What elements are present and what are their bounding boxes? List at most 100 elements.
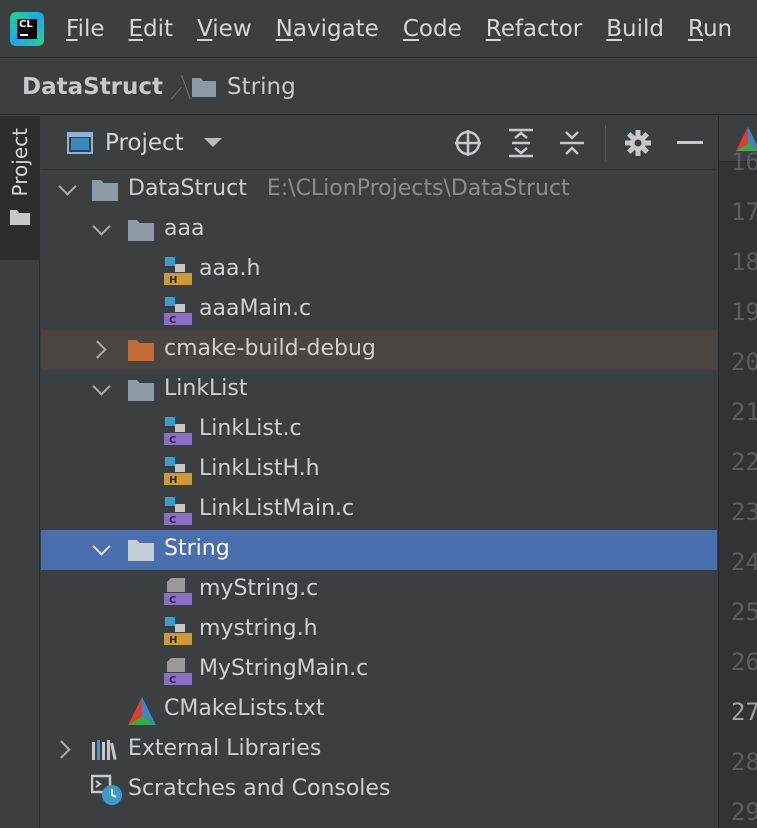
folder-icon [92, 180, 118, 201]
menu-file[interactable]: File [66, 16, 105, 42]
chevron-down-icon[interactable] [203, 138, 222, 147]
gear-icon [625, 130, 651, 156]
line-number: 22 [731, 448, 757, 476]
settings-button[interactable] [623, 128, 653, 158]
library-icon [92, 740, 117, 761]
breadcrumb-leaf[interactable]: String [227, 74, 296, 100]
menu-navigate[interactable]: Navigate [276, 16, 379, 42]
header-file-icon: H [164, 617, 192, 646]
tree-label: mystring.h [199, 616, 318, 641]
logo-text: CL [19, 18, 33, 30]
project-panel: Project DataStruct E:\CLionProjects\DataS… [41, 116, 717, 828]
tree-row-mystring-c[interactable]: C myString.c [41, 570, 717, 610]
chevron-down-icon[interactable] [95, 223, 109, 237]
tree-row-datastruct[interactable]: DataStruct E:\CLionProjects\DataStruct [41, 170, 717, 210]
tree-label-text: DataStruct [128, 176, 247, 201]
menu-run[interactable]: Run [688, 16, 732, 42]
tree-row-cmake-build-debug[interactable]: cmake-build-debug [41, 330, 717, 370]
chevron-down-icon[interactable] [61, 183, 75, 197]
line-number: 19 [731, 298, 757, 326]
svg-text:C: C [169, 315, 176, 326]
excluded-folder-icon [128, 340, 154, 361]
project-tool-window-button[interactable]: Project [0, 116, 40, 260]
line-number: 18 [731, 248, 757, 276]
clion-logo-icon[interactable]: CL [10, 11, 44, 46]
menu-mnemonic: V [197, 15, 213, 42]
menu-mnemonic: R [687, 15, 703, 42]
collapse-all-button[interactable] [557, 128, 587, 158]
line-number: 25 [731, 598, 757, 626]
chevron-down-icon[interactable] [95, 543, 109, 557]
breadcrumb-root[interactable]: DataStruct [22, 74, 163, 100]
menu-label: un [702, 15, 733, 42]
menu-edit[interactable]: Edit [129, 16, 174, 42]
c-file-icon: C [164, 658, 192, 686]
tree-label: aaa [164, 216, 205, 241]
project-view-icon [67, 131, 93, 154]
tree-label: LinkListMain.c [199, 496, 355, 521]
c-file-icon: C [164, 297, 192, 326]
menu-refactor[interactable]: Refactor [486, 16, 583, 42]
folder-icon [128, 540, 154, 561]
chevron-right-icon[interactable] [93, 343, 107, 357]
tree-row-cmakelists[interactable]: CMakeLists.txt [41, 690, 717, 730]
tree-row-aaa-h[interactable]: H aaa.h [41, 250, 717, 290]
tree-label: LinkListH.h [199, 456, 320, 481]
tree-row-linklist-c[interactable]: C LinkList.c [41, 410, 717, 450]
menu-build[interactable]: Build [606, 16, 664, 42]
header-file-icon: H [164, 257, 192, 286]
tree-row-linklistmain-c[interactable]: C LinkListMain.c [41, 490, 717, 530]
tree-row-external-libraries[interactable]: External Libraries [41, 730, 717, 770]
tree-row-scratches[interactable]: Scratches and Consoles [41, 770, 717, 810]
editor-area: 16 17 18 19 20 21 22 23 24 25 26 27 28 29 [718, 116, 757, 828]
svg-text:C: C [169, 515, 176, 526]
tree-label: LinkList.c [199, 416, 302, 441]
tree-row-linklist[interactable]: LinkList [41, 370, 717, 410]
line-number: 24 [731, 548, 757, 576]
panel-title[interactable]: Project [105, 130, 184, 156]
svg-text:H: H [169, 475, 177, 486]
menu-code[interactable]: Code [403, 16, 462, 42]
expand-all-icon [509, 128, 533, 158]
menu-label: iew [212, 15, 252, 42]
svg-text:C: C [169, 675, 176, 686]
chevron-down-icon[interactable] [95, 383, 109, 397]
tree-row-mystringmain-c[interactable]: C MyStringMain.c [41, 650, 717, 690]
line-number: 29 [731, 798, 757, 826]
menu-mnemonic: R [485, 15, 501, 42]
menu-label: avigate [292, 15, 379, 42]
line-number: 26 [731, 648, 757, 676]
tree-label: CMakeLists.txt [164, 696, 325, 721]
svg-text:H: H [169, 635, 177, 646]
menu-label: ile [77, 15, 105, 42]
menu-mnemonic: F [66, 15, 78, 42]
svg-text:C: C [169, 595, 176, 606]
chevron-right-icon[interactable] [57, 743, 71, 757]
line-number: 16 [731, 148, 757, 176]
tree-label: MyStringMain.c [199, 656, 369, 681]
crosshair-icon [455, 130, 481, 156]
c-file-icon: C [164, 497, 192, 526]
svg-text:C: C [169, 435, 176, 446]
line-number: 21 [731, 398, 757, 426]
project-stripe-label: Project [8, 128, 32, 197]
tree-label: myString.c [199, 576, 319, 601]
tree-row-mystring-h[interactable]: H mystring.h [41, 610, 717, 650]
folder-icon [192, 77, 217, 97]
tree-row-aaa[interactable]: aaa [41, 210, 717, 250]
hide-panel-button[interactable] [675, 128, 705, 158]
tree-label: External Libraries [128, 736, 322, 761]
cmake-icon [128, 697, 156, 725]
svg-text:H: H [169, 275, 177, 286]
tree-row-aaamain-c[interactable]: C aaaMain.c [41, 290, 717, 330]
locate-file-button[interactable] [453, 128, 483, 158]
expand-all-button[interactable] [506, 128, 536, 158]
tree-row-linklisth-h[interactable]: H LinkListH.h [41, 450, 717, 490]
tree-row-string[interactable]: String [41, 530, 717, 570]
breadcrumb: DataStruct String [0, 59, 757, 115]
collapse-all-icon [560, 131, 584, 155]
breadcrumb-separator-icon [169, 72, 183, 102]
menu-view[interactable]: View [197, 16, 252, 42]
folder-icon [128, 380, 154, 401]
tree-label: String [164, 536, 230, 561]
